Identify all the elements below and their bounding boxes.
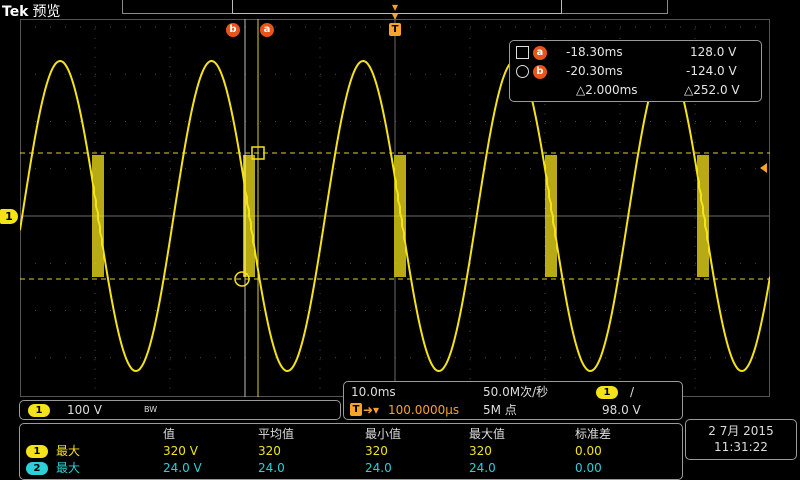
cursor-a-time: -18.30ms — [566, 45, 623, 59]
trigger-source-chip: 1 — [596, 386, 618, 399]
cursor-b-marker[interactable]: b — [226, 23, 240, 37]
col-header-value: 值 — [163, 427, 176, 441]
horizontal-trigger-box[interactable]: 10.0ms 50.0M次/秒 1 / T ➜▾ 100.0000μs 5M 点… — [343, 381, 683, 420]
row-mean: 24.0 — [258, 461, 285, 475]
cursor-b-voltage: -124.0 V — [686, 64, 737, 78]
cursor-a-voltage: 128.0 V — [690, 45, 737, 59]
trigger-level-arrow-icon[interactable] — [760, 163, 767, 173]
mode-label: 预览 — [32, 4, 61, 20]
row-value: 24.0 V — [163, 461, 202, 475]
bandwidth-limit-icon: BW — [144, 405, 158, 414]
col-header-min: 最小值 — [365, 427, 402, 441]
datetime-box[interactable]: 2 7月 2015 11:31:22 — [685, 419, 797, 460]
col-header-max: 最大值 — [469, 427, 506, 441]
trigger-position: 100.0000μs — [388, 403, 460, 417]
row-max: 320 — [469, 444, 492, 458]
timebase: 10.0ms — [351, 385, 396, 399]
cursor-delta-voltage: △252.0 V — [684, 83, 740, 97]
row-std-dev: 0.00 — [575, 461, 602, 475]
circle-cursor-icon — [516, 65, 529, 78]
ch1-scale-box[interactable]: 1 100 V BW — [19, 400, 341, 420]
cursor-delta-time: △2.000ms — [576, 83, 638, 97]
square-cursor-icon — [516, 46, 529, 59]
trigger-position-icon: T — [350, 403, 362, 416]
row-min: 320 — [365, 444, 388, 458]
cursor-b-chip: b — [532, 64, 547, 79]
ch1-scale: 100 V — [67, 403, 102, 417]
measurement-table[interactable]: 值 平均值 最小值 最大值 标准差 1 最大 320 V 320 320 320… — [19, 423, 683, 480]
trigger-level: 98.0 V — [602, 403, 641, 417]
trigger-arrow-icon: ▾ ▾ — [391, 0, 399, 23]
row-label: 最大 — [56, 444, 81, 458]
row-label: 最大 — [56, 461, 81, 475]
trigger-position-marker[interactable]: T — [389, 23, 401, 36]
row-value: 320 V — [163, 444, 198, 458]
sample-rate: 50.0M次/秒 — [483, 385, 549, 399]
time-label: 11:31:22 — [714, 440, 768, 454]
brand-label: Tek 预览 — [2, 1, 61, 21]
row-channel-chip: 1 — [26, 445, 48, 458]
cursor-b-time: -20.30ms — [566, 64, 623, 78]
row-max: 24.0 — [469, 461, 496, 475]
ch1-ground-marker[interactable]: 1 — [0, 209, 18, 224]
trigger-arrow-icon: ➜▾ — [363, 403, 380, 417]
record-length: 5M 点 — [483, 403, 517, 417]
cursor-readout[interactable]: a -18.30ms 128.0 V b -20.30ms -124.0 V △… — [509, 40, 762, 102]
row-mean: 320 — [258, 444, 281, 458]
col-header-mean: 平均值 — [258, 427, 295, 441]
cursor-a-marker[interactable]: a — [260, 23, 274, 37]
cursor-a-chip: a — [532, 45, 547, 60]
ch1-chip: 1 — [28, 404, 50, 417]
row-min: 24.0 — [365, 461, 392, 475]
trigger-slope-icon: / — [630, 385, 635, 399]
row-std-dev: 0.00 — [575, 444, 602, 458]
col-header-std-dev: 标准差 — [575, 427, 612, 441]
brand-name: Tek — [2, 4, 29, 20]
date-label: 2 7月 2015 — [708, 424, 774, 438]
row-channel-chip: 2 — [26, 462, 48, 475]
